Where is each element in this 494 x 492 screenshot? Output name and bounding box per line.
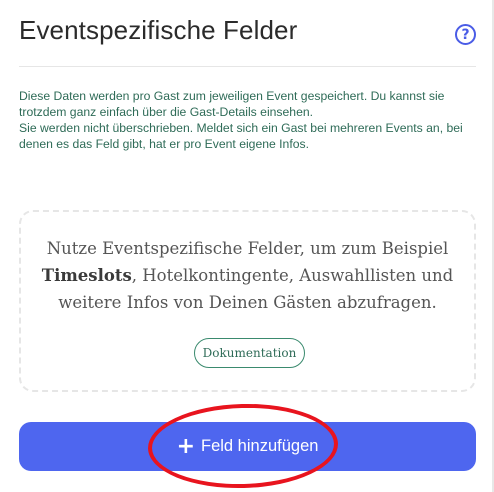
description-line-1: Diese Daten werden pro Gast zum jeweilig…: [19, 89, 445, 119]
description: Diese Daten werden pro Gast zum jeweilig…: [19, 88, 479, 152]
event-specific-fields-panel: Eventspezifische Felder ? Diese Daten we…: [0, 0, 494, 492]
divider: [19, 66, 476, 67]
empty-state-box: Nutze Eventspezifische Felder, um zum Be…: [19, 210, 476, 392]
add-field-label: Feld hinzufügen: [201, 437, 319, 455]
empty-text-before: Nutze Eventspezifische Felder, um zum Be…: [46, 239, 449, 258]
description-line-2: Sie werden nicht überschrieben. Meldet s…: [19, 121, 463, 151]
empty-text-bold: Timeslots: [41, 266, 132, 285]
plus-icon: +: [176, 433, 195, 459]
empty-state-text: Nutze Eventspezifische Felder, um zum Be…: [21, 235, 474, 316]
documentation-button[interactable]: Dokumentation: [194, 338, 305, 368]
help-glyph: ?: [461, 26, 470, 43]
add-field-button[interactable]: + Feld hinzufügen: [19, 422, 476, 471]
question-circle-icon[interactable]: ?: [455, 24, 476, 45]
page-title: Eventspezifische Felder: [19, 15, 298, 45]
